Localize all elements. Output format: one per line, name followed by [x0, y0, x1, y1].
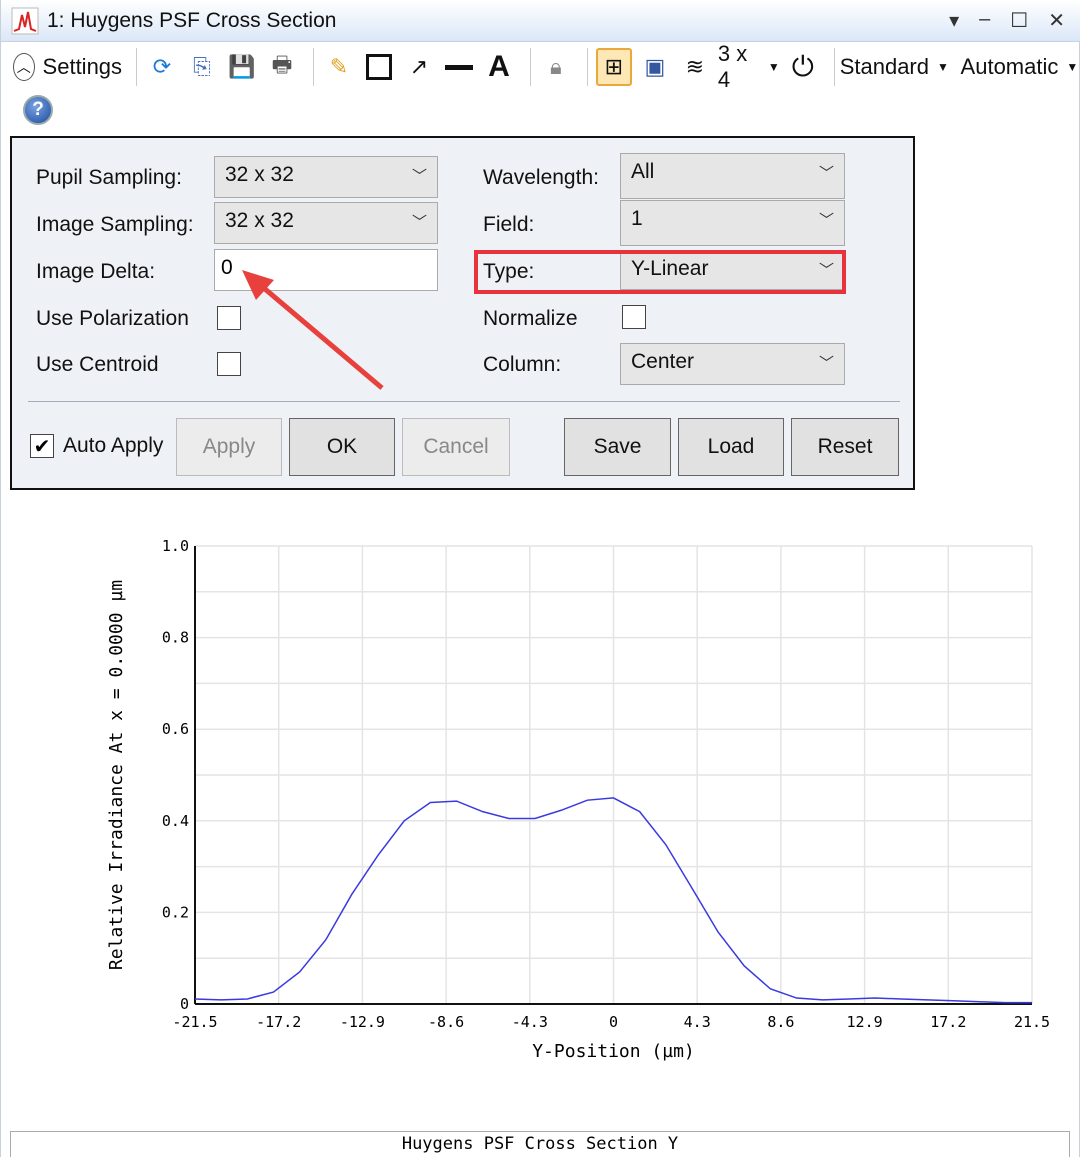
image-sampling-value: 32 x 32 [225, 209, 294, 232]
dropdown-menu-icon[interactable]: ▾ [949, 8, 959, 33]
layout-grid-icon[interactable]: ⊞ [595, 48, 632, 86]
y-axis-label: Relative Irradiance At x = 0.0000 µm [106, 580, 127, 970]
save-icon[interactable]: 💾 [225, 48, 259, 86]
y-tick-label: 0.8 [162, 629, 189, 647]
chevron-down-icon: ﹀ [818, 212, 834, 229]
rectangle-icon[interactable] [362, 48, 396, 86]
chart-title: Huygens PSF Cross Section Y [10, 1131, 1070, 1157]
power-icon[interactable]: ⏻ [786, 48, 820, 86]
pupil-sampling-label: Pupil Sampling: [36, 166, 182, 189]
window-icon[interactable]: ▣ [638, 48, 672, 86]
normalize-label: Normalize [483, 307, 578, 330]
chevron-down-icon: ﹀ [818, 355, 834, 372]
psf-app-icon [11, 7, 39, 34]
image-sampling-label: Image Sampling: [36, 213, 194, 236]
standard-label: Standard [839, 54, 929, 79]
chevron-up-icon: ︿ [13, 53, 35, 81]
text-icon[interactable]: A [482, 48, 516, 86]
apply-button[interactable]: Apply [176, 418, 282, 476]
x-tick-label: 12.9 [847, 1013, 883, 1031]
chevron-down-icon: ﹀ [818, 165, 834, 182]
x-tick-label: -17.2 [256, 1013, 301, 1031]
image-sampling-select[interactable]: 32 x 32 ﹀ [214, 202, 438, 244]
standard-dropdown[interactable]: Standard ▼ [839, 48, 949, 86]
line-icon[interactable] [442, 48, 476, 86]
load-button[interactable]: Load [678, 418, 784, 476]
y-tick-label: 0.2 [162, 903, 189, 921]
x-axis-label: Y-Position (µm) [532, 1041, 695, 1062]
field-value: 1 [631, 207, 643, 230]
x-tick-label: -21.5 [172, 1013, 217, 1031]
automatic-label: Automatic [960, 54, 1059, 79]
x-tick-label: 4.3 [684, 1013, 711, 1031]
divider [28, 401, 900, 402]
help-icon[interactable]: ? [23, 95, 53, 125]
window-title: 1: Huygens PSF Cross Section [47, 8, 337, 32]
y-tick-label: 0 [180, 995, 189, 1013]
x-tick-label: 0 [609, 1013, 618, 1031]
image-delta-label: Image Delta: [36, 260, 156, 283]
title-bar: 1: Huygens PSF Cross Section ▾ – ☐ ✕ [1, 0, 1080, 42]
pencil-icon[interactable]: ✎ [322, 48, 356, 86]
settings-label: Settings [42, 54, 123, 79]
annotation-arrow-icon [242, 270, 384, 390]
field-label: Field: [483, 213, 535, 236]
chevron-down-icon: ﹀ [411, 214, 427, 231]
field-select[interactable]: 1 ﹀ [620, 200, 845, 246]
y-tick-label: 0.6 [162, 720, 189, 738]
arrow-icon[interactable]: ↗ [402, 48, 436, 86]
settings-toggle[interactable]: ︿ Settings [13, 48, 122, 86]
pupil-sampling-select[interactable]: 32 x 32 ﹀ [214, 156, 438, 198]
layout-dropdown[interactable]: 3 x 4 ▼ [718, 41, 780, 92]
close-button[interactable]: ✕ [1048, 8, 1065, 33]
settings-panel: Pupil Sampling: 32 x 32 ﹀ Image Sampling:… [10, 136, 915, 490]
wavelength-value: All [631, 160, 655, 183]
refresh-icon[interactable]: ⟳ [145, 48, 179, 86]
x-tick-label: 21.5 [1014, 1013, 1050, 1031]
automatic-dropdown[interactable]: Automatic ▼ [960, 48, 1079, 86]
use-centroid-label: Use Centroid [36, 353, 159, 376]
column-value: Center [631, 350, 695, 373]
chevron-down-icon: ﹀ [411, 168, 427, 185]
print-icon[interactable]: 🖶 [265, 48, 299, 86]
copy-icon[interactable]: ⎘ [185, 48, 219, 86]
pupil-sampling-value: 32 x 32 [225, 163, 294, 186]
column-label: Column: [483, 353, 562, 376]
maximize-button[interactable]: ☐ [1010, 8, 1028, 33]
normalize-checkbox[interactable] [622, 305, 646, 329]
x-tick-label: -4.3 [512, 1013, 548, 1031]
auto-apply-label: Auto Apply [63, 434, 164, 457]
lock-icon[interactable]: 🔒︎ [539, 48, 573, 86]
y-tick-label: 0.4 [162, 812, 189, 830]
save-button[interactable]: Save [564, 418, 671, 476]
column-select[interactable]: Center ﹀ [620, 343, 845, 385]
auto-apply-checkbox[interactable]: ✔ [30, 434, 54, 458]
cancel-button[interactable]: Cancel [402, 418, 510, 476]
layers-icon[interactable]: ≋ [678, 48, 712, 86]
wavelength-select[interactable]: All ﹀ [620, 153, 845, 199]
ok-button[interactable]: OK [289, 418, 395, 476]
minimize-button[interactable]: – [979, 8, 990, 33]
reset-button[interactable]: Reset [791, 418, 899, 476]
wavelength-label: Wavelength: [483, 166, 599, 189]
use-polarization-label: Use Polarization [36, 307, 189, 330]
x-tick-label: 8.6 [767, 1013, 794, 1031]
x-tick-label: 17.2 [930, 1013, 966, 1031]
psf-chart: -21.5 -17.2 -12.9 -8.6 -4.3 0 4.3 8.6 12.9 17.2 21… [106, 537, 1050, 1062]
toolbar: ︿ Settings ⟳ ⎘ 💾 🖶 ✎ ↗ A 🔒︎ ⊞ ▣ ≋ 3 x 4 ▼ … [1, 41, 1080, 92]
x-tick-label: -8.6 [428, 1013, 464, 1031]
layout-value: 3 x 4 [717, 41, 748, 92]
type-highlight-box [474, 250, 846, 294]
y-tick-label: 1.0 [162, 537, 189, 555]
x-tick-label: -12.9 [340, 1013, 385, 1031]
